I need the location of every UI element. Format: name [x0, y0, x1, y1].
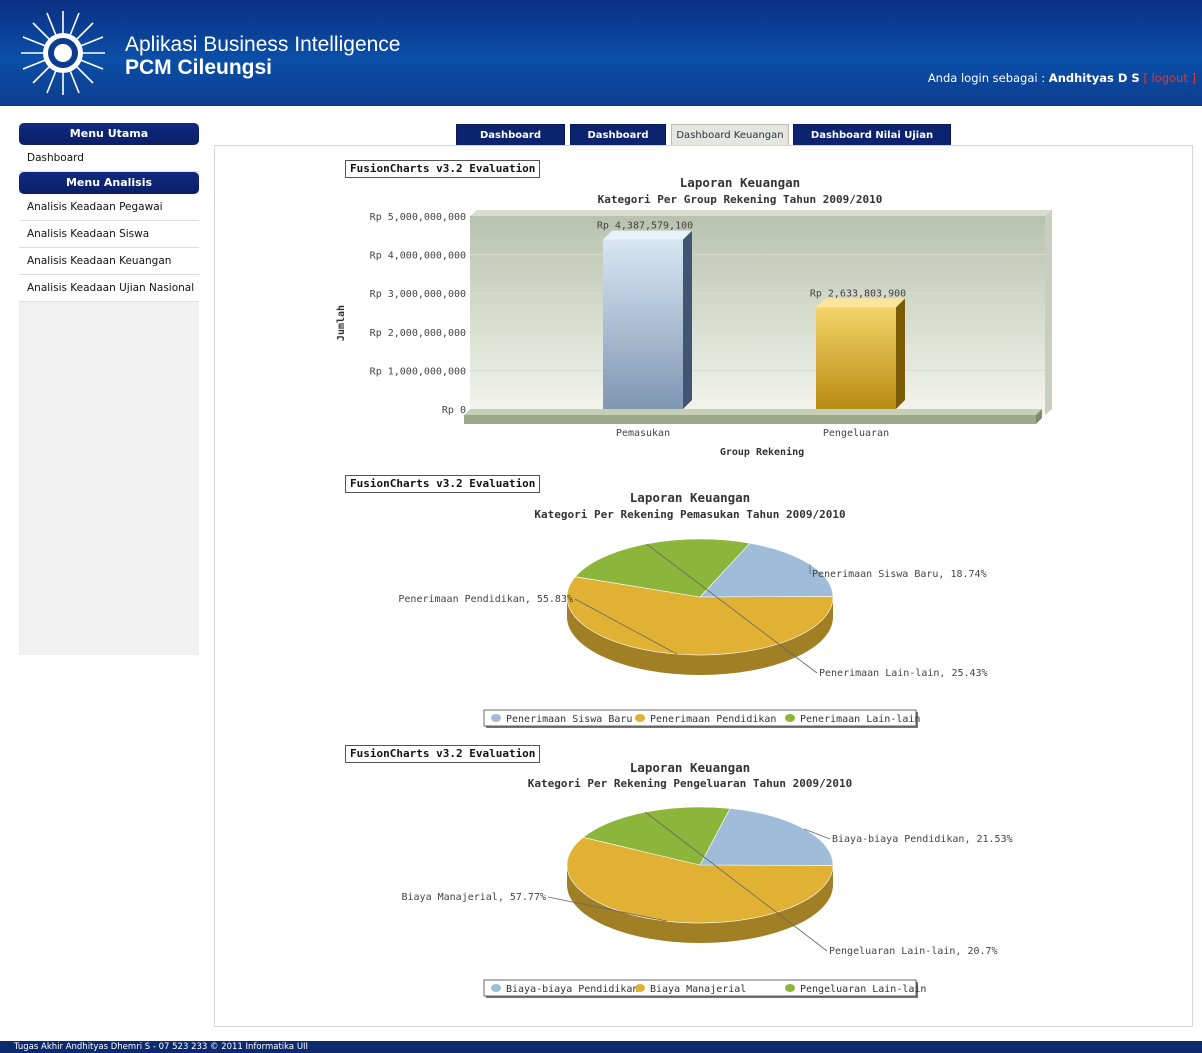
pie-slice-label: Penerimaan Pendidikan, 55.83% — [398, 594, 573, 605]
bar-chart-title: Laporan Keuangan — [679, 175, 801, 190]
menu-analisis-header: Menu Analisis — [19, 172, 199, 194]
bar-value-label: Rp 4,387,579,100 — [597, 221, 693, 232]
bar-top — [816, 298, 905, 308]
app-subtitle: PCM Cileungsi — [125, 56, 273, 79]
bar-side — [683, 230, 692, 409]
tab-dashboard-pegawai[interactable]: Dashboard Pegawai — [456, 124, 565, 162]
sidebar-item-siswa[interactable]: Analisis Keadaan Siswa — [19, 221, 199, 248]
bar-y-tick-label: Rp 0 — [442, 405, 466, 416]
bar-value-label: Rp 2,633,803,900 — [810, 288, 906, 299]
legend-entry: Pengeluaran Lain-lain — [800, 984, 926, 995]
legend-entry: Biaya Manajerial — [650, 984, 746, 995]
footer: Tugas Akhir Andhityas Dhemri S - 07 523 … — [0, 1041, 1202, 1053]
logo-icon — [21, 11, 105, 95]
legend-swatch — [635, 714, 645, 722]
tab-dashboard-keuangan[interactable]: Dashboard Keuangan — [671, 124, 789, 147]
pie-chart-pemasukan: Penerimaan Siswa Baru, 18.74% Penerimaan … — [398, 538, 988, 728]
pie-slices — [566, 806, 834, 924]
app-header: Aplikasi Business Intelligence PCM Cileu… — [0, 0, 1202, 106]
bar-y-axis-label: Jumlah — [336, 305, 347, 341]
bar-x-axis-label: Group Rekening — [720, 446, 804, 458]
legend-entry: Penerimaan Lain-lain — [800, 714, 920, 725]
bar-y-ticks: Rp 0 Rp 1,000,000,000 Rp 2,000,000,000 Rp 3… — [370, 212, 466, 416]
bar-y-tick-label: Rp 4,000,000,000 — [370, 251, 466, 262]
bar-pengeluaran — [816, 307, 896, 409]
pie-slice-label: Penerimaan Lain-lain, 25.43% — [819, 668, 988, 679]
pie-slice-label: Pengeluaran Lain-lain, 20.7% — [829, 946, 998, 957]
pie-slice-label: Biaya-biaya Pendidikan, 21.53% — [832, 834, 1013, 845]
pie-slice-label: Penerimaan Siswa Baru, 18.74% — [812, 569, 987, 580]
bar-category-label: Pengeluaran — [823, 428, 889, 439]
bar-y-tick-label: Rp 5,000,000,000 — [370, 212, 466, 223]
bar-y-tick-label: Rp 3,000,000,000 — [370, 289, 466, 300]
login-prefix: Anda login sebagai : — [927, 71, 1049, 85]
sidebar: Menu Utama Dashboard Menu Analisis Anali… — [19, 123, 199, 655]
footer-text: Tugas Akhir Andhityas Dhemri S - 07 523 … — [14, 1042, 309, 1052]
sidebar-item-dashboard[interactable]: Dashboard — [19, 145, 199, 172]
bar-plot-area — [464, 210, 1052, 424]
sidebar-item-keuangan[interactable]: Analisis Keadaan Keuangan — [19, 248, 199, 275]
pie-chart-pengeluaran: Biaya-biaya Pendidikan, 21.53% Biaya Mana… — [402, 806, 1013, 998]
bar-pemasukan — [603, 239, 683, 409]
legend-entry: Penerimaan Pendidikan — [650, 714, 776, 725]
legend-swatch — [635, 984, 645, 992]
legend-swatch — [491, 984, 501, 992]
pie2-subtitle: Kategori Per Rekening Pengeluaran Tahun … — [527, 777, 853, 790]
eval-badge-1: FusionCharts v3.2 Evaluation — [345, 160, 541, 178]
bar-y-tick-label: Rp 2,000,000,000 — [370, 328, 466, 339]
pie2-title: Laporan Keuangan — [629, 760, 751, 775]
legend-swatch — [785, 984, 795, 992]
menu-utama-header: Menu Utama — [19, 123, 199, 145]
legend-entry: Biaya-biaya Pendidikan — [506, 984, 638, 995]
bar-top — [603, 230, 692, 240]
pie-slices — [566, 538, 834, 656]
login-info: Anda login sebagai : Andhityas D S [ log… — [928, 71, 1196, 85]
pie-slice-label: Biaya Manajerial, 57.77% — [402, 892, 547, 903]
tab-dashboard-ujian-nasional[interactable]: Dashboard Nilai Ujian Nasional — [793, 124, 951, 162]
legend-swatch — [491, 714, 501, 722]
bar-chart: Rp 0 Rp 1,000,000,000 Rp 2,000,000,000 Rp 3… — [336, 210, 1052, 458]
bar-side — [896, 298, 905, 409]
tab-dashboard-siswa[interactable]: Dashboard Siswa — [570, 124, 666, 162]
pie1-title: Laporan Keuangan — [629, 490, 751, 505]
pie-legend: Penerimaan Siswa Baru Penerimaan Pendidik… — [483, 709, 920, 728]
legend-entry: Penerimaan Siswa Baru — [506, 714, 632, 725]
app-title: Aplikasi Business Intelligence — [125, 33, 401, 56]
sidebar-item-pegawai[interactable]: Analisis Keadaan Pegawai — [19, 194, 199, 221]
bar-y-tick-label: Rp 1,000,000,000 — [370, 366, 466, 377]
logout-link[interactable]: [ logout ] — [1143, 71, 1196, 85]
sidebar-item-ujian-nasional[interactable]: Analisis Keadaan Ujian Nasional — [19, 275, 199, 302]
login-user: Andhityas D S — [1048, 71, 1140, 85]
pie-legend: Biaya-biaya Pendidikan Biaya Manajerial Pe… — [483, 979, 926, 998]
bar-category-label: Pemasukan — [616, 428, 670, 439]
legend-swatch — [785, 714, 795, 722]
